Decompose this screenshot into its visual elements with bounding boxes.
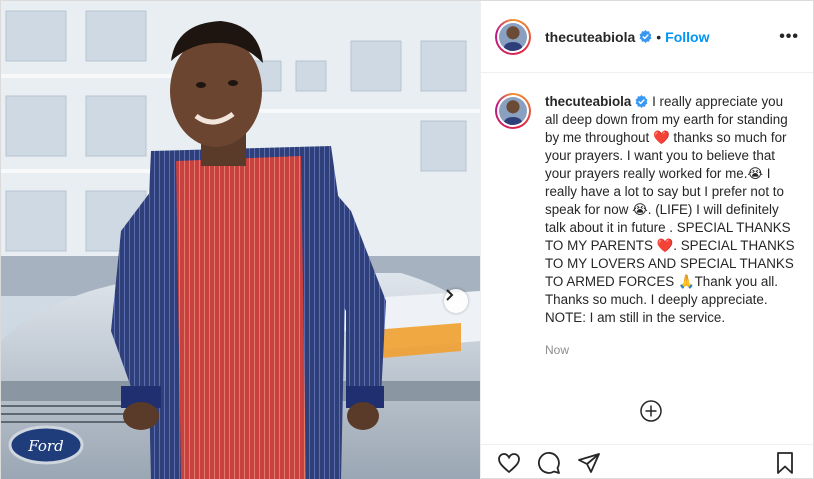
post-header: thecuteabiola • Follow •••	[481, 1, 813, 73]
header-username[interactable]: thecuteabiola	[545, 29, 635, 45]
heart-icon[interactable]	[497, 451, 521, 475]
next-photo-button[interactable]	[444, 289, 468, 313]
heart-emoji: ❤️	[656, 238, 674, 253]
caption-comment: thecuteabiola I really appreciate you al…	[495, 93, 799, 359]
crying-emoji: 😭	[747, 166, 764, 181]
praying-hands-emoji: 🙏	[677, 274, 695, 289]
caption-timestamp[interactable]: Now	[545, 341, 795, 359]
heart-emoji: ❤️	[652, 130, 670, 145]
post-modal: Ford thecuteabiola • Follow ••• thecutea…	[0, 0, 814, 479]
separator-dot: •	[656, 28, 662, 45]
photo-illustration: Ford	[1, 1, 480, 479]
avatar[interactable]	[495, 18, 531, 55]
svg-text:Ford: Ford	[27, 437, 63, 455]
follow-button[interactable]: Follow	[665, 29, 709, 45]
caption-username[interactable]: thecuteabiola	[545, 94, 631, 109]
chevron-right-icon	[446, 289, 454, 301]
plus-circle-icon[interactable]	[639, 399, 663, 423]
caption-text: I really appreciate you all deep down fr…	[545, 94, 795, 325]
verified-badge-icon	[635, 95, 648, 108]
comments-area: thecuteabiola I really appreciate you al…	[481, 73, 813, 444]
send-icon[interactable]	[577, 451, 601, 475]
caption-body: thecuteabiola I really appreciate you al…	[545, 93, 795, 359]
post-photo[interactable]: Ford	[1, 1, 480, 479]
more-options-icon[interactable]: •••	[779, 28, 799, 46]
verified-badge-icon	[639, 30, 652, 43]
crying-emoji: 😭	[632, 202, 648, 217]
action-bar	[481, 444, 813, 479]
caption-avatar[interactable]	[495, 93, 531, 129]
comment-icon[interactable]	[537, 451, 561, 475]
bookmark-icon[interactable]	[773, 451, 797, 475]
post-side-panel: thecuteabiola • Follow ••• thecuteabiola…	[480, 1, 813, 479]
